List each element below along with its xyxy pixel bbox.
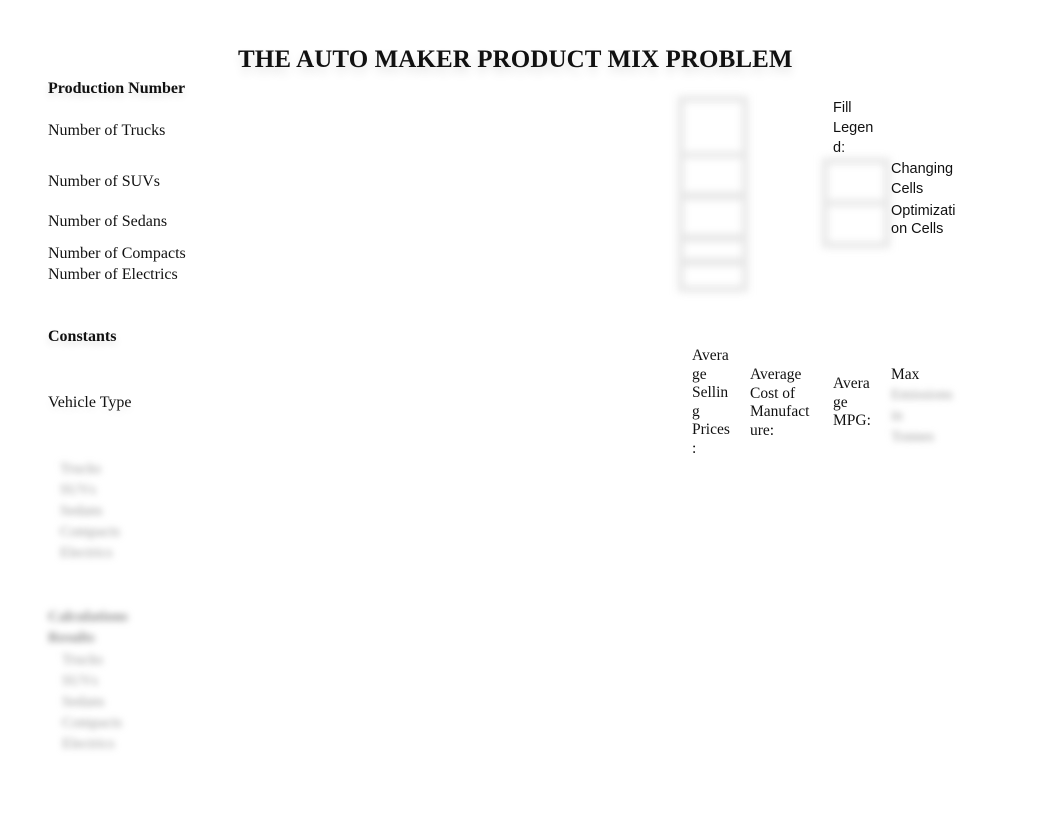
- col-avg-mpg: Avera ge MPG:: [833, 375, 871, 429]
- production-row-electrics: Number of Electrics: [48, 266, 178, 283]
- production-row-suvs: Number of SUVs: [48, 173, 160, 190]
- cell-electrics[interactable]: [678, 260, 748, 292]
- legend-swatch-optimization: [822, 200, 890, 248]
- col-avg-selling-prices: Avera ge Sellin g Prices :: [692, 347, 730, 457]
- document-title: THE AUTO MAKER PRODUCT MIX PROBLEM: [238, 46, 793, 73]
- legend-swatch-changing: [822, 158, 890, 206]
- vehicle-type-label: Vehicle Type: [48, 394, 132, 411]
- cell-suvs[interactable]: [678, 152, 748, 198]
- cell-trucks[interactable]: [678, 96, 748, 158]
- blurred-calculations-list: Trucks SUVs Sedans Compacts Electrics: [62, 652, 122, 752]
- cell-sedans[interactable]: [678, 194, 748, 240]
- production-row-trucks: Number of Trucks: [48, 122, 166, 139]
- col-avg-cost-manufacture: Average Cost of Manufact ure:: [750, 366, 810, 439]
- blurred-vehicle-list: Trucks SUVs Sedans Compacts Electrics: [60, 461, 120, 561]
- constants-heading: Constants: [48, 328, 117, 345]
- changing-cells-column: [678, 96, 748, 292]
- production-row-sedans: Number of Sedans: [48, 213, 168, 230]
- production-row-compacts: Number of Compacts: [48, 245, 186, 262]
- legend-heading: Fill Legen d:: [833, 100, 874, 156]
- col-max-emissions: Max Emissions in Tonnes: [891, 366, 953, 445]
- legend-swatches: [822, 158, 890, 248]
- legend-item-optimization: Optimizati on Cells: [891, 203, 956, 237]
- production-heading: Production Number: [48, 80, 186, 97]
- legend-item-changing: Changing Cells: [891, 161, 954, 197]
- blurred-calculations-heading: Calculations Results: [48, 609, 129, 646]
